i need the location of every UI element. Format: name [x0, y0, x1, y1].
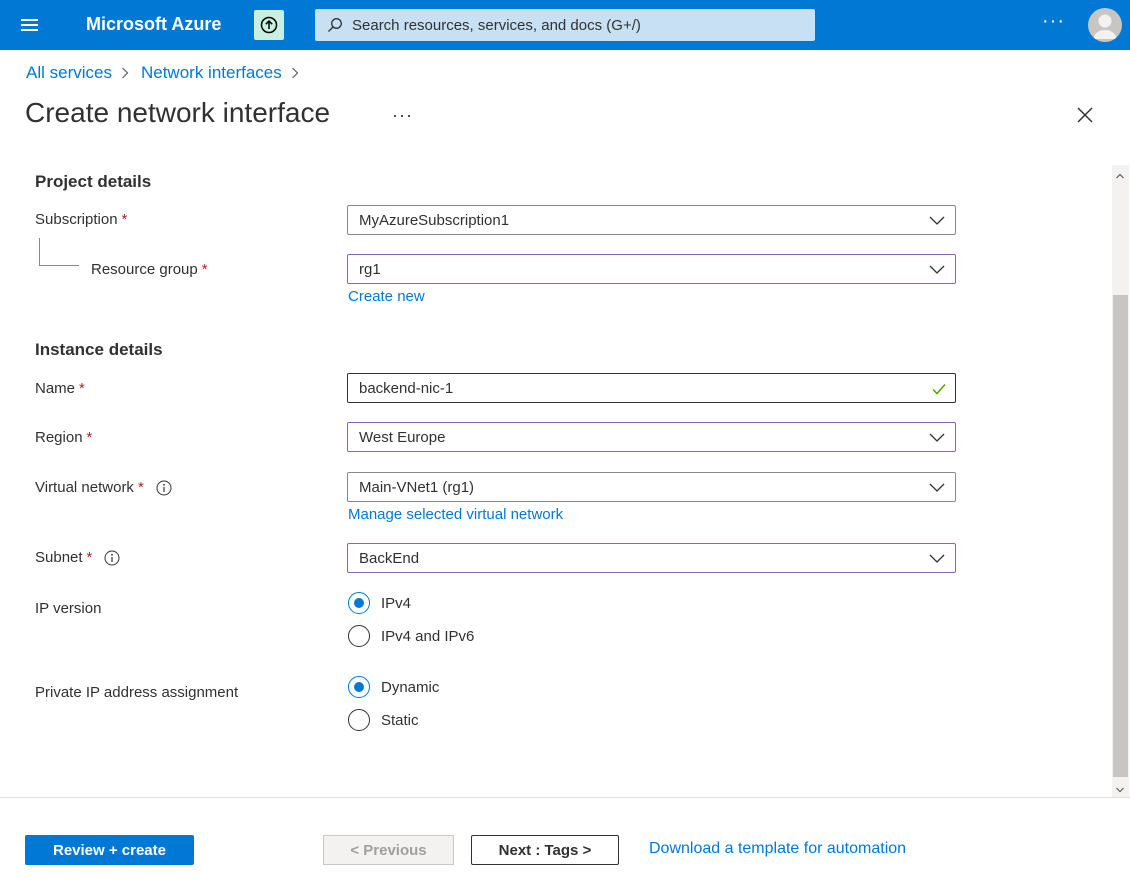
- scroll-up-icon[interactable]: [1115, 168, 1125, 179]
- virtual-network-value: Main-VNet1 (rg1): [359, 478, 475, 496]
- name-label: Name *: [35, 380, 85, 397]
- private-ip-assignment-label: Private IP address assignment: [35, 684, 239, 701]
- resource-group-value: rg1: [359, 260, 381, 278]
- subscription-value: MyAzureSubscription1: [359, 211, 510, 229]
- breadcrumb: All services Network interfaces: [26, 63, 311, 83]
- menu-icon[interactable]: [18, 14, 42, 36]
- subnet-label-text: Subnet: [35, 549, 83, 566]
- scrollbar-thumb[interactable]: [1113, 295, 1128, 777]
- scroll-down-icon[interactable]: [1115, 782, 1125, 793]
- chevron-down-icon: [929, 216, 945, 225]
- virtual-network-label: Virtual network *: [35, 479, 172, 496]
- project-details-heading: Project details: [35, 172, 152, 191]
- avatar[interactable]: [1088, 8, 1122, 42]
- private-ip-dynamic-radio[interactable]: Dynamic: [348, 676, 439, 698]
- tree-connector: [39, 238, 40, 265]
- checkmark-icon: [932, 384, 946, 395]
- footer-divider: [0, 797, 1130, 798]
- chevron-down-icon: [929, 265, 945, 274]
- search-input[interactable]: [352, 16, 812, 34]
- radio-selected-icon: [348, 676, 370, 698]
- required-marker: *: [137, 479, 144, 496]
- required-marker: *: [121, 211, 128, 228]
- subnet-dropdown[interactable]: BackEnd: [347, 543, 956, 573]
- global-search[interactable]: [315, 9, 815, 41]
- info-icon[interactable]: [104, 550, 120, 566]
- more-options-icon[interactable]: ···: [1042, 10, 1065, 33]
- manage-virtual-network-link[interactable]: Manage selected virtual network: [348, 506, 563, 523]
- instance-details-heading: Instance details: [35, 340, 163, 359]
- breadcrumb-network-interfaces[interactable]: Network interfaces: [141, 63, 282, 83]
- portal-brand[interactable]: Microsoft Azure: [86, 14, 221, 35]
- name-value: backend-nic-1: [359, 379, 454, 397]
- radio-label: IPv4: [381, 594, 412, 612]
- ip-version-label: IP version: [35, 600, 102, 617]
- name-label-text: Name: [35, 380, 76, 397]
- chevron-right-icon: [291, 67, 299, 79]
- page-title: Create network interface: [25, 97, 331, 128]
- subnet-label: Subnet *: [35, 549, 120, 566]
- ip-version-dual-radio[interactable]: IPv4 and IPv6: [348, 625, 474, 647]
- resource-group-dropdown[interactable]: rg1: [347, 254, 956, 284]
- name-input[interactable]: backend-nic-1: [347, 373, 956, 403]
- radio-label: IPv4 and IPv6: [381, 627, 475, 645]
- resource-group-label-text: Resource group: [91, 261, 198, 278]
- chevron-down-icon: [929, 483, 945, 492]
- chevron-down-icon: [929, 554, 945, 563]
- required-marker: *: [86, 429, 93, 446]
- required-marker: *: [201, 261, 208, 278]
- radio-label: Dynamic: [381, 678, 440, 696]
- download-template-link[interactable]: Download a template for automation: [649, 840, 906, 858]
- create-new-resource-group-link[interactable]: Create new: [348, 288, 425, 305]
- radio-label: Static: [381, 711, 419, 729]
- top-navigation-bar: Microsoft Azure ···: [0, 0, 1130, 50]
- previous-button: < Previous: [323, 835, 454, 865]
- region-dropdown[interactable]: West Europe: [347, 422, 956, 452]
- required-marker: *: [86, 549, 93, 566]
- virtual-network-label-text: Virtual network: [35, 479, 134, 496]
- region-label: Region *: [35, 429, 92, 446]
- region-value: West Europe: [359, 428, 446, 446]
- chevron-right-icon: [122, 67, 129, 79]
- subscription-label-text: Subscription: [35, 211, 118, 228]
- radio-unselected-icon: [348, 709, 370, 731]
- chevron-down-icon: [929, 433, 945, 442]
- resource-group-label: Resource group *: [91, 261, 208, 278]
- next-tags-button[interactable]: Next : Tags >: [471, 835, 619, 865]
- breadcrumb-all-services[interactable]: All services: [26, 63, 112, 83]
- virtual-network-dropdown[interactable]: Main-VNet1 (rg1): [347, 472, 956, 502]
- radio-selected-icon: [348, 592, 370, 614]
- more-options-icon[interactable]: ···: [392, 105, 413, 126]
- close-icon[interactable]: [1075, 105, 1095, 125]
- radio-unselected-icon: [348, 625, 370, 647]
- upgrade-icon[interactable]: [254, 10, 284, 40]
- private-ip-static-radio[interactable]: Static: [348, 709, 419, 731]
- subscription-dropdown[interactable]: MyAzureSubscription1: [347, 205, 956, 235]
- region-label-text: Region: [35, 429, 83, 446]
- tree-connector: [39, 265, 79, 266]
- subnet-value: BackEnd: [359, 549, 420, 567]
- subscription-label: Subscription *: [35, 211, 127, 228]
- search-icon: [328, 18, 342, 32]
- review-create-button[interactable]: Review + create: [25, 835, 194, 865]
- ip-version-ipv4-radio[interactable]: IPv4: [348, 592, 411, 614]
- required-marker: *: [79, 380, 85, 397]
- info-icon[interactable]: [156, 480, 172, 496]
